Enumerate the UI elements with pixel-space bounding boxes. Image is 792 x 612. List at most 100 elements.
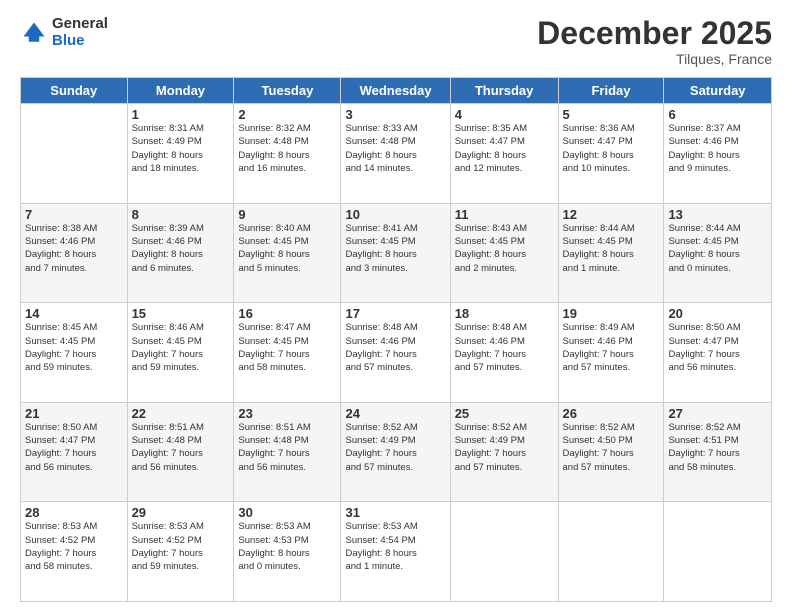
calendar-cell: 20Sunrise: 8:50 AM Sunset: 4:47 PM Dayli… — [664, 303, 772, 403]
location: Tilques, France — [537, 51, 772, 67]
calendar-cell — [558, 502, 664, 602]
cell-info: Sunrise: 8:39 AM Sunset: 4:46 PM Dayligh… — [132, 222, 230, 275]
calendar-cell: 19Sunrise: 8:49 AM Sunset: 4:46 PM Dayli… — [558, 303, 664, 403]
cell-date-num: 25 — [455, 406, 554, 421]
cell-date-num: 15 — [132, 306, 230, 321]
day-header-row: SundayMondayTuesdayWednesdayThursdayFrid… — [21, 78, 772, 104]
calendar-cell — [450, 502, 558, 602]
calendar-cell: 9Sunrise: 8:40 AM Sunset: 4:45 PM Daylig… — [234, 203, 341, 303]
cell-date-num: 21 — [25, 406, 123, 421]
cell-info: Sunrise: 8:35 AM Sunset: 4:47 PM Dayligh… — [455, 122, 554, 175]
calendar-cell: 21Sunrise: 8:50 AM Sunset: 4:47 PM Dayli… — [21, 402, 128, 502]
cell-info: Sunrise: 8:48 AM Sunset: 4:46 PM Dayligh… — [345, 321, 445, 374]
cell-date-num: 2 — [238, 107, 336, 122]
calendar-cell: 12Sunrise: 8:44 AM Sunset: 4:45 PM Dayli… — [558, 203, 664, 303]
cell-date-num: 10 — [345, 207, 445, 222]
calendar-cell: 16Sunrise: 8:47 AM Sunset: 4:45 PM Dayli… — [234, 303, 341, 403]
week-row-1: 1Sunrise: 8:31 AM Sunset: 4:49 PM Daylig… — [21, 104, 772, 204]
calendar-cell: 8Sunrise: 8:39 AM Sunset: 4:46 PM Daylig… — [127, 203, 234, 303]
logo-icon — [20, 19, 48, 47]
cell-date-num: 29 — [132, 505, 230, 520]
calendar-cell: 24Sunrise: 8:52 AM Sunset: 4:49 PM Dayli… — [341, 402, 450, 502]
day-header-sunday: Sunday — [21, 78, 128, 104]
calendar-cell: 26Sunrise: 8:52 AM Sunset: 4:50 PM Dayli… — [558, 402, 664, 502]
calendar-cell: 10Sunrise: 8:41 AM Sunset: 4:45 PM Dayli… — [341, 203, 450, 303]
calendar-cell: 1Sunrise: 8:31 AM Sunset: 4:49 PM Daylig… — [127, 104, 234, 204]
calendar-cell — [21, 104, 128, 204]
cell-info: Sunrise: 8:41 AM Sunset: 4:45 PM Dayligh… — [345, 222, 445, 275]
cell-date-num: 5 — [563, 107, 660, 122]
calendar-cell: 5Sunrise: 8:36 AM Sunset: 4:47 PM Daylig… — [558, 104, 664, 204]
calendar-cell: 2Sunrise: 8:32 AM Sunset: 4:48 PM Daylig… — [234, 104, 341, 204]
cell-info: Sunrise: 8:46 AM Sunset: 4:45 PM Dayligh… — [132, 321, 230, 374]
cell-info: Sunrise: 8:31 AM Sunset: 4:49 PM Dayligh… — [132, 122, 230, 175]
calendar-cell: 15Sunrise: 8:46 AM Sunset: 4:45 PM Dayli… — [127, 303, 234, 403]
cell-info: Sunrise: 8:32 AM Sunset: 4:48 PM Dayligh… — [238, 122, 336, 175]
week-row-5: 28 Sunrise: 8:53 AM Sunset: 4:52 PM Dayli… — [21, 502, 772, 602]
cell-date-num: 18 — [455, 306, 554, 321]
logo-general: General — [52, 16, 108, 33]
calendar-cell: 13Sunrise: 8:44 AM Sunset: 4:45 PM Dayli… — [664, 203, 772, 303]
cell-date-num: 3 — [345, 107, 445, 122]
cell-info: Sunrise: 8:49 AM Sunset: 4:46 PM Dayligh… — [563, 321, 660, 374]
cell-date-num: 4 — [455, 107, 554, 122]
cell-date-num: 7 — [25, 207, 123, 222]
calendar-cell — [664, 502, 772, 602]
logo: General Blue — [20, 16, 108, 49]
day-header-thursday: Thursday — [450, 78, 558, 104]
cell-date-num: 27 — [668, 406, 767, 421]
cell-date-num: 6 — [668, 107, 767, 122]
calendar-cell: 31Sunrise: 8:53 AM Sunset: 4:54 PM Dayli… — [341, 502, 450, 602]
calendar-cell: 28Sunrise: 8:53 AM Sunset: 4:52 PM Dayli… — [21, 502, 128, 602]
cell-date-num: 30 — [238, 505, 336, 520]
cell-date-num: 17 — [345, 306, 445, 321]
cell-info: Sunrise: 8:53 AM Sunset: 4:52 PM Dayligh… — [132, 520, 230, 573]
calendar-cell: 14Sunrise: 8:45 AM Sunset: 4:45 PM Dayli… — [21, 303, 128, 403]
cell-date-num: 20 — [668, 306, 767, 321]
cell-info: Sunrise: 8:43 AM Sunset: 4:45 PM Dayligh… — [455, 222, 554, 275]
calendar-cell: 17Sunrise: 8:48 AM Sunset: 4:46 PM Dayli… — [341, 303, 450, 403]
logo-text: General Blue — [52, 16, 108, 49]
cell-date-num: 24 — [345, 406, 445, 421]
cell-info: Sunrise: 8:33 AM Sunset: 4:48 PM Dayligh… — [345, 122, 445, 175]
day-header-monday: Monday — [127, 78, 234, 104]
cell-info: Sunrise: 8:50 AM Sunset: 4:47 PM Dayligh… — [25, 421, 123, 474]
cell-info: Sunrise: 8:37 AM Sunset: 4:46 PM Dayligh… — [668, 122, 767, 175]
cell-info: Sunrise: 8:51 AM Sunset: 4:48 PM Dayligh… — [238, 421, 336, 474]
cell-date-num: 22 — [132, 406, 230, 421]
cell-info: Sunrise: 8:44 AM Sunset: 4:45 PM Dayligh… — [563, 222, 660, 275]
cell-date-num: 28 — [25, 505, 123, 520]
week-row-2: 7Sunrise: 8:38 AM Sunset: 4:46 PM Daylig… — [21, 203, 772, 303]
cell-info: Sunrise: 8:48 AM Sunset: 4:46 PM Dayligh… — [455, 321, 554, 374]
cell-info: Sunrise: 8:45 AM Sunset: 4:45 PM Dayligh… — [25, 321, 123, 374]
calendar-cell: 6Sunrise: 8:37 AM Sunset: 4:46 PM Daylig… — [664, 104, 772, 204]
cell-date-num: 1 — [132, 107, 230, 122]
cell-info: Sunrise: 8:51 AM Sunset: 4:48 PM Dayligh… — [132, 421, 230, 474]
cell-date-num: 11 — [455, 207, 554, 222]
cell-info: Sunrise: 8:52 AM Sunset: 4:50 PM Dayligh… — [563, 421, 660, 474]
header: General Blue December 2025 Tilques, Fran… — [20, 16, 772, 67]
calendar-cell: 18Sunrise: 8:48 AM Sunset: 4:46 PM Dayli… — [450, 303, 558, 403]
cell-info: Sunrise: 8:50 AM Sunset: 4:47 PM Dayligh… — [668, 321, 767, 374]
day-header-friday: Friday — [558, 78, 664, 104]
cell-date-num: 16 — [238, 306, 336, 321]
calendar-cell: 7Sunrise: 8:38 AM Sunset: 4:46 PM Daylig… — [21, 203, 128, 303]
cell-date-num: 12 — [563, 207, 660, 222]
day-header-tuesday: Tuesday — [234, 78, 341, 104]
cell-date-num: 8 — [132, 207, 230, 222]
cell-info: Sunrise: 8:38 AM Sunset: 4:46 PM Dayligh… — [25, 222, 123, 275]
calendar-table: SundayMondayTuesdayWednesdayThursdayFrid… — [20, 77, 772, 602]
day-header-saturday: Saturday — [664, 78, 772, 104]
month-title: December 2025 — [537, 16, 772, 51]
calendar-cell: 25Sunrise: 8:52 AM Sunset: 4:49 PM Dayli… — [450, 402, 558, 502]
calendar-cell: 23Sunrise: 8:51 AM Sunset: 4:48 PM Dayli… — [234, 402, 341, 502]
cell-date-num: 14 — [25, 306, 123, 321]
cell-info: Sunrise: 8:53 AM Sunset: 4:54 PM Dayligh… — [345, 520, 445, 573]
day-header-wednesday: Wednesday — [341, 78, 450, 104]
cell-date-num: 13 — [668, 207, 767, 222]
week-row-4: 21Sunrise: 8:50 AM Sunset: 4:47 PM Dayli… — [21, 402, 772, 502]
calendar-cell: 29Sunrise: 8:53 AM Sunset: 4:52 PM Dayli… — [127, 502, 234, 602]
calendar-cell: 4Sunrise: 8:35 AM Sunset: 4:47 PM Daylig… — [450, 104, 558, 204]
cell-date-num: 19 — [563, 306, 660, 321]
cell-date-num: 23 — [238, 406, 336, 421]
